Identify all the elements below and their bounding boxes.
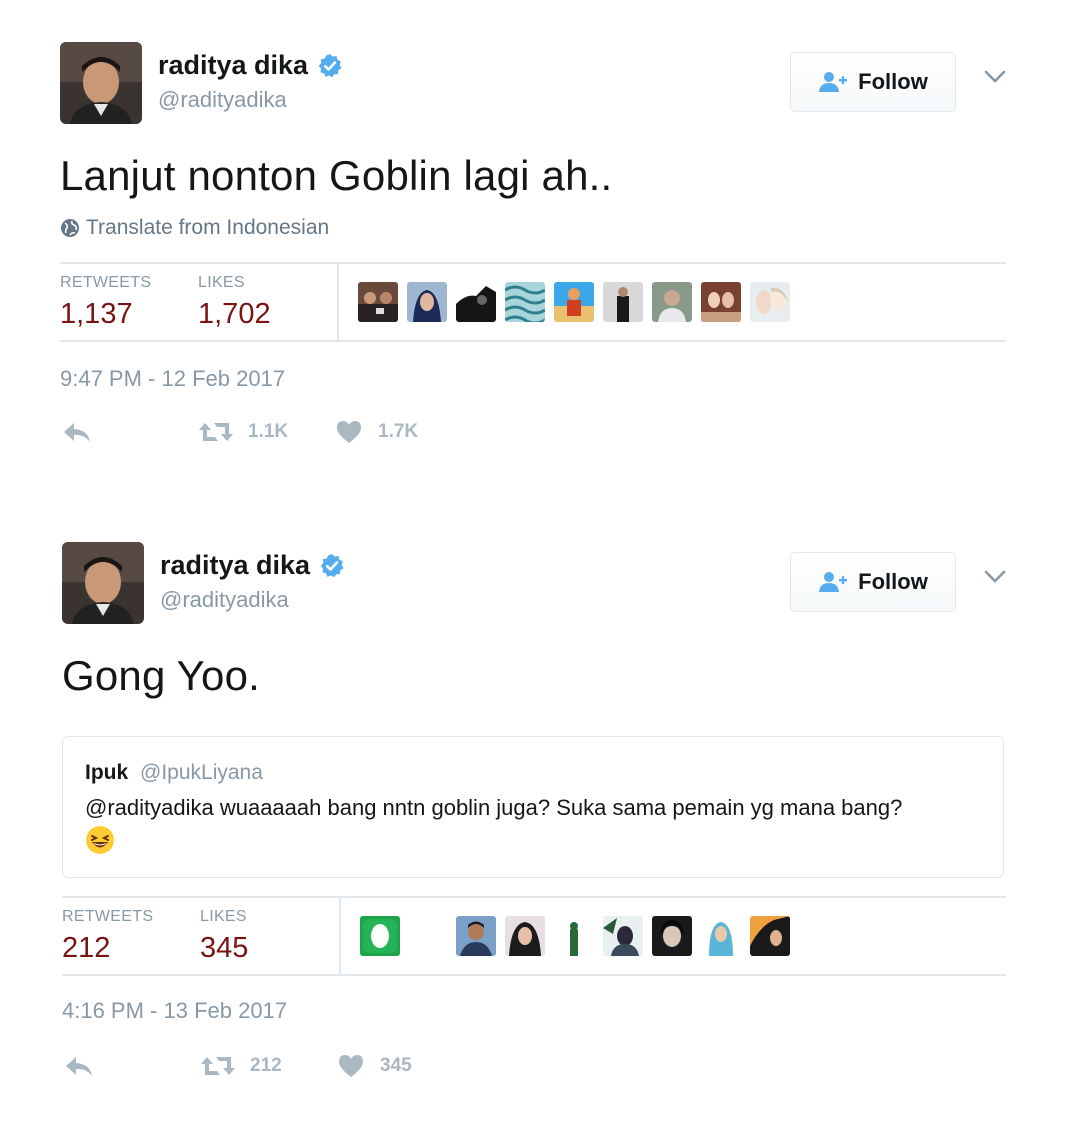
add-user-icon [819, 72, 848, 92]
retweets-label: RETWEETS [62, 908, 154, 925]
liker-avatar[interactable] [360, 916, 400, 956]
retweets-label: RETWEETS [60, 274, 152, 291]
likes-label: LIKES [200, 908, 247, 925]
tweet-timestamp[interactable]: 9:47 PM - 12 Feb 2017 [60, 366, 285, 392]
retweets-stat[interactable]: RETWEETS 212 [62, 908, 153, 965]
quote-author-handle: @IpukLiyana [140, 761, 263, 784]
reply-button[interactable] [62, 420, 92, 444]
author-block[interactable]: raditya dika @radityadika [158, 50, 343, 113]
likes-label: LIKES [198, 274, 245, 291]
author-name[interactable]: raditya dika [160, 550, 310, 581]
liker-avatar[interactable] [652, 916, 692, 956]
reply-icon [64, 423, 90, 442]
avatar[interactable] [60, 42, 142, 124]
tweet-timestamp[interactable]: 4:16 PM - 13 Feb 2017 [62, 998, 287, 1024]
retweets-count: 1,137 [60, 298, 133, 330]
retweet-count: 1.1K [248, 421, 289, 442]
liker-avatar[interactable] [358, 282, 398, 322]
author-handle[interactable]: @radityadika [160, 587, 345, 613]
liker-avatar[interactable] [407, 282, 447, 322]
retweets-stat[interactable]: RETWEETS 1,137 [60, 274, 151, 331]
tweet-stats: RETWEETS 1,137 LIKES 1,702 [60, 262, 1006, 342]
tweet-actions: 212 345 [62, 1054, 562, 1084]
add-user-icon [819, 572, 848, 592]
retweet-button[interactable]: 1.1K [198, 420, 288, 444]
retweet-icon [199, 423, 233, 441]
liker-avatar[interactable] [750, 916, 790, 956]
stats-divider [337, 264, 339, 340]
tweet-stats: RETWEETS 212 LIKES 345 [62, 896, 1006, 976]
tweet-actions: 1.1K 1.7K [60, 420, 560, 450]
heart-icon [337, 421, 361, 443]
author-name[interactable]: raditya dika [158, 50, 308, 81]
follow-label: Follow [858, 69, 928, 94]
quote-author-name: Ipuk [85, 761, 129, 784]
retweets-count: 212 [62, 932, 111, 964]
likes-count: 1,702 [198, 298, 271, 330]
author-handle[interactable]: @radityadika [158, 87, 343, 113]
tweet-text: Lanjut nonton Goblin lagi ah.. [60, 152, 613, 199]
like-count: 1.7K [378, 421, 419, 442]
liker-avatar[interactable] [456, 916, 496, 956]
quote-header: Ipuk @IpukLiyana [85, 761, 263, 785]
liker-avatar[interactable] [603, 282, 643, 322]
liker-avatar[interactable] [505, 916, 545, 956]
retweet-icon [201, 1057, 235, 1075]
avatar[interactable] [62, 542, 144, 624]
liker-avatar[interactable] [652, 282, 692, 322]
likes-stat[interactable]: LIKES 1,702 [198, 274, 271, 331]
liker-avatar[interactable] [456, 282, 496, 322]
liker-avatar[interactable] [554, 282, 594, 322]
follow-button[interactable]: Follow [790, 52, 956, 112]
laughing-emoji-icon [86, 826, 114, 854]
quoted-tweet[interactable]: Ipuk @IpukLiyana @radityadika wuaaaaah b… [62, 736, 1004, 878]
follow-label: Follow [858, 569, 928, 594]
like-button[interactable]: 345 [338, 1054, 412, 1078]
retweet-count: 212 [250, 1055, 282, 1076]
chevron-down-icon[interactable] [984, 70, 1006, 84]
chevron-down-icon[interactable] [984, 570, 1006, 584]
globe-icon [61, 219, 79, 237]
likes-stat[interactable]: LIKES 345 [200, 908, 248, 965]
liker-avatar[interactable] [701, 916, 741, 956]
reply-icon [66, 1057, 92, 1076]
reply-button[interactable] [64, 1054, 94, 1078]
stats-divider [339, 898, 341, 974]
like-count: 345 [380, 1055, 412, 1076]
like-button[interactable]: 1.7K [336, 420, 418, 444]
liker-avatar[interactable] [505, 282, 545, 322]
likes-count: 345 [200, 932, 249, 964]
follow-button[interactable]: Follow [790, 552, 956, 612]
retweet-button[interactable]: 212 [200, 1054, 282, 1078]
liker-avatar[interactable] [554, 916, 594, 956]
tweet-text: Gong Yoo. [62, 652, 260, 699]
translate-link[interactable]: Translate from Indonesian [60, 216, 329, 240]
quote-text: @radityadika wuaaaaah bang nntn goblin j… [85, 795, 903, 820]
heart-icon [339, 1055, 363, 1077]
liker-avatar[interactable] [603, 916, 643, 956]
author-block[interactable]: raditya dika @radityadika [160, 550, 345, 613]
verified-badge-icon [318, 53, 342, 77]
liker-avatar[interactable] [701, 282, 741, 322]
liker-avatar[interactable] [750, 282, 790, 322]
translate-label: Translate from Indonesian [86, 216, 330, 239]
verified-badge-icon [320, 553, 344, 577]
